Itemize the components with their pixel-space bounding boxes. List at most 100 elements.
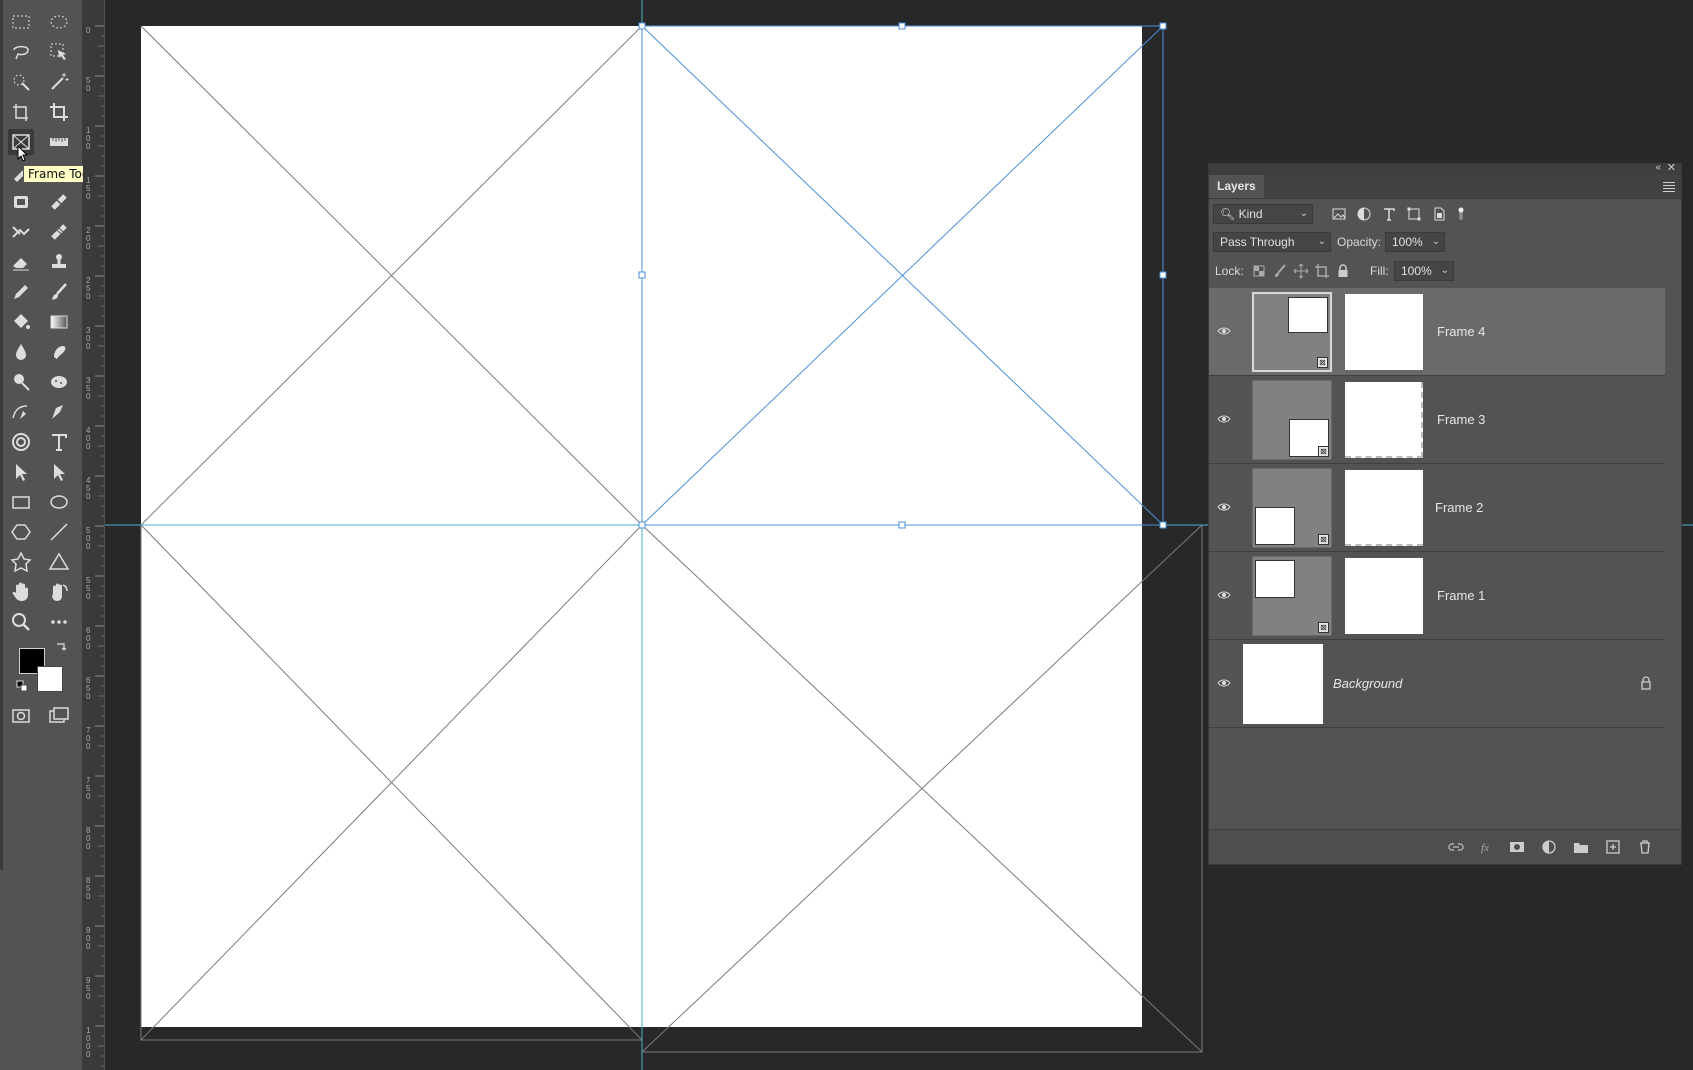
path-selection-icon[interactable] xyxy=(8,459,34,485)
frame-thumbnail[interactable]: ⊠ xyxy=(1252,380,1332,460)
line-icon[interactable] xyxy=(46,519,72,545)
adjustment-filter-icon[interactable] xyxy=(1356,206,1372,222)
spot-healing-icon[interactable] xyxy=(8,189,34,215)
rectangle-icon[interactable] xyxy=(8,489,34,515)
delete-layer-icon[interactable] xyxy=(1637,839,1653,855)
frame-thumbnail[interactable]: ⊠ xyxy=(1252,556,1332,636)
new-adjustment-layer-icon[interactable] xyxy=(1541,839,1557,855)
pixel-filter-icon[interactable] xyxy=(1331,206,1347,222)
layer-row-background[interactable]: Background xyxy=(1209,640,1665,728)
content-thumbnail[interactable] xyxy=(1345,294,1423,370)
toolbar-edge xyxy=(0,0,3,870)
visibility-eye-icon[interactable] xyxy=(1217,324,1231,338)
quick-mask-icon[interactable] xyxy=(8,703,34,729)
background-color-swatch[interactable] xyxy=(37,666,63,692)
filter-kind-select[interactable]: 🔍︎ Kind ⌄ xyxy=(1213,204,1313,224)
blend-mode-select[interactable]: Pass Through ⌄ xyxy=(1213,232,1331,252)
curvature-pen-icon[interactable] xyxy=(8,399,34,425)
layer-row-frame-1[interactable]: ⊠ Frame 1 xyxy=(1209,552,1665,640)
visibility-eye-icon[interactable] xyxy=(1217,500,1231,514)
visibility-eye-icon[interactable] xyxy=(1217,588,1231,602)
layer-row-frame-3[interactable]: ⊠ Frame 3 xyxy=(1209,376,1665,464)
lock-all-icon[interactable] xyxy=(1335,263,1351,279)
opacity-input[interactable]: 100% ⌄ xyxy=(1385,232,1445,252)
content-aware-move-icon[interactable] xyxy=(8,219,34,245)
new-group-icon[interactable] xyxy=(1573,839,1589,855)
close-panel-icon[interactable]: ✕ xyxy=(1667,161,1676,174)
lock-icon[interactable] xyxy=(1639,676,1653,690)
layer-name[interactable]: Frame 4 xyxy=(1437,324,1485,339)
content-thumbnail[interactable] xyxy=(1345,382,1423,458)
more-tools-icon[interactable] xyxy=(46,609,72,635)
sponge-icon[interactable] xyxy=(46,369,72,395)
clone-stamp-icon[interactable] xyxy=(46,249,72,275)
smudge-icon[interactable] xyxy=(46,339,72,365)
lock-artboard-icon[interactable] xyxy=(1314,263,1330,279)
layer-name[interactable]: Frame 3 xyxy=(1437,412,1485,427)
layer-row-frame-4[interactable]: ⊠ Frame 4 xyxy=(1209,288,1665,376)
tab-layers[interactable]: Layers xyxy=(1209,175,1264,198)
new-layer-icon[interactable] xyxy=(1605,839,1621,855)
type-filter-icon[interactable] xyxy=(1381,206,1397,222)
dodge-icon[interactable] xyxy=(8,369,34,395)
ruler-icon[interactable] xyxy=(46,129,72,155)
brush-icon[interactable] xyxy=(46,279,72,305)
direct-selection-icon[interactable] xyxy=(46,459,72,485)
swap-colors-icon[interactable] xyxy=(54,640,68,654)
eraser-icon[interactable] xyxy=(8,249,34,275)
ruler-label: 150 xyxy=(86,176,91,201)
panel-titlebar[interactable]: « ✕ xyxy=(1209,161,1681,175)
hand-icon[interactable] xyxy=(8,579,34,605)
content-thumbnail[interactable] xyxy=(1345,558,1423,634)
ellipse-icon[interactable] xyxy=(46,489,72,515)
puppet-warp-icon[interactable] xyxy=(8,429,34,455)
layers-bottom-bar: fx xyxy=(1209,829,1681,864)
frame-thumbnail[interactable]: ⊠ xyxy=(1252,468,1332,548)
visibility-eye-icon[interactable] xyxy=(1217,412,1231,426)
lasso-icon[interactable] xyxy=(8,39,34,65)
blur-icon[interactable] xyxy=(8,339,34,365)
pencil-icon[interactable] xyxy=(8,279,34,305)
triangle-icon[interactable] xyxy=(46,549,72,575)
magic-wand-icon[interactable] xyxy=(46,69,72,95)
content-thumbnail[interactable] xyxy=(1345,470,1423,546)
link-layers-icon[interactable] xyxy=(1448,839,1464,855)
rectangular-marquee-icon[interactable] xyxy=(8,9,34,35)
filter-toggle-icon[interactable] xyxy=(1453,206,1469,222)
fill-input[interactable]: 100% ⌄ xyxy=(1394,261,1454,281)
layer-name[interactable]: Frame 2 xyxy=(1435,500,1483,515)
type-icon[interactable] xyxy=(46,429,72,455)
polygon-icon[interactable] xyxy=(8,519,34,545)
panel-menu-icon[interactable] xyxy=(1663,180,1675,194)
elliptical-marquee-icon[interactable] xyxy=(46,9,72,35)
frame-tool-icon[interactable] xyxy=(8,129,34,155)
gradient-icon[interactable] xyxy=(46,309,72,335)
crop-icon[interactable] xyxy=(46,99,72,125)
lock-position-icon[interactable] xyxy=(1293,263,1309,279)
layer-name[interactable]: Frame 1 xyxy=(1437,588,1485,603)
smart-object-filter-icon[interactable] xyxy=(1431,206,1447,222)
add-mask-icon[interactable] xyxy=(1509,839,1525,855)
healing-brush-icon[interactable] xyxy=(46,189,72,215)
collapse-panel-icon[interactable]: « xyxy=(1655,162,1661,173)
lock-pixels-icon[interactable] xyxy=(1272,263,1288,279)
custom-shape-icon[interactable] xyxy=(8,549,34,575)
quick-selection-icon[interactable] xyxy=(8,69,34,95)
default-colors-icon[interactable] xyxy=(16,680,28,692)
visibility-eye-icon[interactable] xyxy=(1217,676,1231,690)
perspective-crop-icon[interactable] xyxy=(8,99,34,125)
zoom-icon[interactable] xyxy=(8,609,34,635)
pen-icon[interactable] xyxy=(46,399,72,425)
shape-filter-icon[interactable] xyxy=(1406,206,1422,222)
patch-icon[interactable] xyxy=(46,219,72,245)
rotate-view-icon[interactable] xyxy=(46,579,72,605)
frame-thumbnail[interactable]: ⊠ xyxy=(1252,292,1332,372)
fx-icon[interactable]: fx xyxy=(1479,839,1495,855)
background-thumbnail[interactable] xyxy=(1243,644,1323,724)
layer-name[interactable]: Background xyxy=(1333,676,1402,691)
paint-bucket-icon[interactable] xyxy=(8,309,34,335)
layer-row-frame-2[interactable]: ⊠ Frame 2 xyxy=(1209,464,1665,552)
lock-transparent-icon[interactable] xyxy=(1251,263,1267,279)
object-selection-icon[interactable] xyxy=(46,39,72,65)
screen-mode-icon[interactable] xyxy=(46,703,72,729)
